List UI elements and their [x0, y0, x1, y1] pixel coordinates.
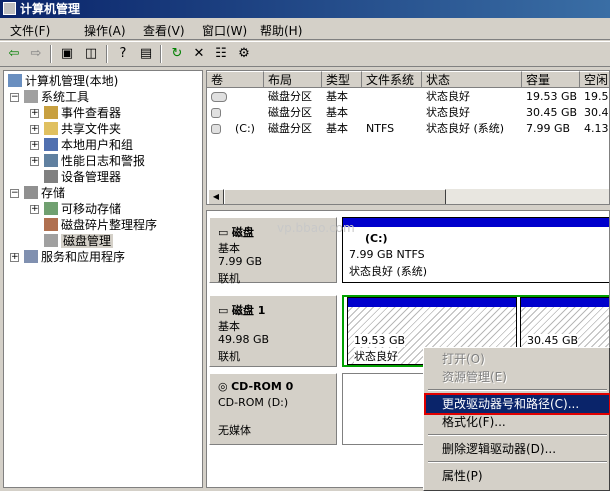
tree-services-apps[interactable]: 服务和应用程序	[24, 249, 125, 265]
tree-removable-storage[interactable]: 可移动存储	[44, 201, 121, 217]
settings-icon[interactable]: ⚙	[235, 45, 253, 63]
title-bar: 计算机管理	[0, 0, 610, 18]
show-tree-icon[interactable]: ◫	[82, 45, 100, 63]
col-free[interactable]: 空闲	[580, 71, 609, 88]
partition-c-label: (C:)	[365, 232, 388, 245]
help-icon[interactable]: ?	[114, 45, 132, 63]
tree-defrag[interactable]: 磁盘碎片整理程序	[44, 217, 157, 233]
cdrom-name: ◎ CD-ROM 0	[218, 380, 294, 393]
tree-device-manager[interactable]: 设备管理器	[44, 169, 121, 185]
tree-local-users[interactable]: 本地用户和组	[44, 137, 133, 153]
col-capacity[interactable]: 容量	[522, 71, 580, 88]
cdrom-status: 无媒体	[218, 424, 251, 437]
users-icon	[44, 138, 58, 151]
partition-c-status: 状态良好 (系统)	[349, 265, 428, 278]
cdrom-label[interactable]: ◎ CD-ROM 0 CD-ROM (D:) 无媒体	[209, 373, 337, 445]
folder-icon	[44, 122, 58, 135]
tree-perf-logs[interactable]: 性能日志和警报	[44, 153, 145, 169]
cdrom-type: CD-ROM (D:)	[218, 396, 289, 409]
expand-local-users[interactable]: +	[30, 141, 39, 150]
volume-icon	[211, 108, 221, 118]
disk0-name: ▭ 磁盘	[218, 226, 254, 239]
tree-system-tools[interactable]: 系统工具	[24, 89, 89, 105]
menu-explore[interactable]: 资源管理(E)	[426, 368, 609, 386]
tools-icon	[24, 90, 38, 103]
refresh-icon[interactable]: ↻	[168, 45, 186, 63]
expand-shared-folders[interactable]: +	[30, 125, 39, 134]
expand-removable-storage[interactable]: +	[30, 205, 39, 214]
disk0-status: 联机	[218, 272, 240, 285]
context-menu: 打开(O) 资源管理(E) 更改驱动器号和路径(C)... 格式化(F)... …	[423, 347, 610, 491]
col-type[interactable]: 类型	[322, 71, 362, 88]
expand-services-apps[interactable]: +	[10, 253, 19, 262]
disk1-size: 49.98 GB	[218, 333, 270, 346]
partition-1-status: 状态良好	[354, 348, 398, 364]
partition-2-size: 30.45 GB	[527, 334, 579, 347]
tree-root[interactable]: 计算机管理(本地)	[8, 73, 118, 89]
forward-arrow-icon[interactable]: ⇨	[27, 45, 45, 63]
computer-management-icon	[3, 2, 16, 15]
services-icon	[24, 250, 38, 263]
menu-open[interactable]: 打开(O)	[426, 350, 609, 368]
menu-action[interactable]: 操作(A)	[84, 22, 126, 39]
disk0-type: 基本	[218, 242, 240, 255]
partition-c-bar	[343, 218, 609, 227]
tree-disk-management[interactable]: 磁盘管理	[44, 233, 114, 249]
up-folder-icon[interactable]: ▣	[58, 45, 76, 63]
scroll-thumb[interactable]	[224, 189, 446, 204]
expand-perf-logs[interactable]: +	[30, 157, 39, 166]
col-volume[interactable]: 卷	[207, 71, 264, 88]
performance-icon	[44, 154, 58, 167]
toolbar: ⇦ ⇨ ▣ ◫ ? ▤ ↻ ✕ ☷ ⚙	[0, 41, 610, 67]
tree-storage[interactable]: 存储	[24, 185, 65, 201]
delete-icon[interactable]: ✕	[190, 45, 208, 63]
menu-help[interactable]: 帮助(H)	[260, 22, 302, 39]
computer-icon	[8, 74, 22, 87]
expand-event-viewer[interactable]: +	[30, 109, 39, 118]
menu-file[interactable]: 文件(F)	[10, 22, 50, 39]
menu-delete-logical-drive[interactable]: 删除逻辑驱动器(D)...	[426, 440, 609, 458]
volume-icon	[211, 92, 227, 102]
disk1-label[interactable]: ▭ 磁盘 1 基本 49.98 GB 联机	[209, 295, 337, 367]
disk1-type: 基本	[218, 320, 240, 333]
col-filesystem[interactable]: 文件系统	[362, 71, 422, 88]
disk0-size: 7.99 GB	[218, 255, 263, 268]
partition-c-size: 7.99 GB NTFS	[349, 248, 425, 261]
disk1-name: ▭ 磁盘 1	[218, 304, 266, 317]
partition-1-bar	[348, 298, 516, 307]
window-title: 计算机管理	[20, 2, 81, 16]
watermark: vp.bbao.com	[277, 221, 355, 235]
event-viewer-icon	[44, 106, 58, 119]
back-arrow-icon[interactable]: ⇦	[5, 45, 23, 63]
menu-bar: 文件(F) 操作(A) 查看(V) 窗口(W) 帮助(H)	[0, 18, 610, 40]
volume-list: 卷 布局 类型 文件系统 状态 容量 空闲 磁盘分区 基本 状态良好 19.53…	[206, 70, 610, 205]
tree-shared-folders[interactable]: 共享文件夹	[44, 121, 121, 137]
menu-format[interactable]: 格式化(F)...	[426, 413, 609, 431]
menu-window[interactable]: 窗口(W)	[202, 22, 247, 39]
removable-storage-icon	[44, 202, 58, 215]
device-manager-icon	[44, 170, 58, 183]
partition-c[interactable]: (C:) 7.99 GB NTFS 状态良好 (系统)	[342, 217, 609, 283]
defrag-icon	[44, 218, 58, 231]
horizontal-scrollbar[interactable]: ◀	[208, 189, 609, 204]
properties-sheet-icon[interactable]: ☷	[212, 45, 230, 63]
collapse-system-tools[interactable]: −	[10, 93, 19, 102]
collapse-storage[interactable]: −	[10, 189, 19, 198]
col-layout[interactable]: 布局	[264, 71, 322, 88]
scroll-left-icon[interactable]: ◀	[208, 189, 224, 204]
tree-event-viewer[interactable]: 事件查看器	[44, 105, 121, 121]
console-tree: 计算机管理(本地) − 系统工具 + 事件查看器 + 共享文件夹 + 本地用户和…	[3, 70, 203, 488]
disk1-status: 联机	[218, 350, 240, 363]
menu-properties[interactable]: 属性(P)	[426, 467, 609, 485]
disk-management-icon	[44, 234, 58, 247]
menu-view[interactable]: 查看(V)	[143, 22, 185, 39]
partition-2-bar	[521, 298, 609, 307]
storage-icon	[24, 186, 38, 199]
menu-change-drive-letter[interactable]: 更改驱动器号和路径(C)...	[424, 393, 610, 415]
col-status[interactable]: 状态	[422, 71, 522, 88]
properties-icon[interactable]: ▤	[137, 45, 155, 63]
volume-icon	[211, 124, 221, 134]
partition-1-size: 19.53 GB	[354, 334, 406, 347]
